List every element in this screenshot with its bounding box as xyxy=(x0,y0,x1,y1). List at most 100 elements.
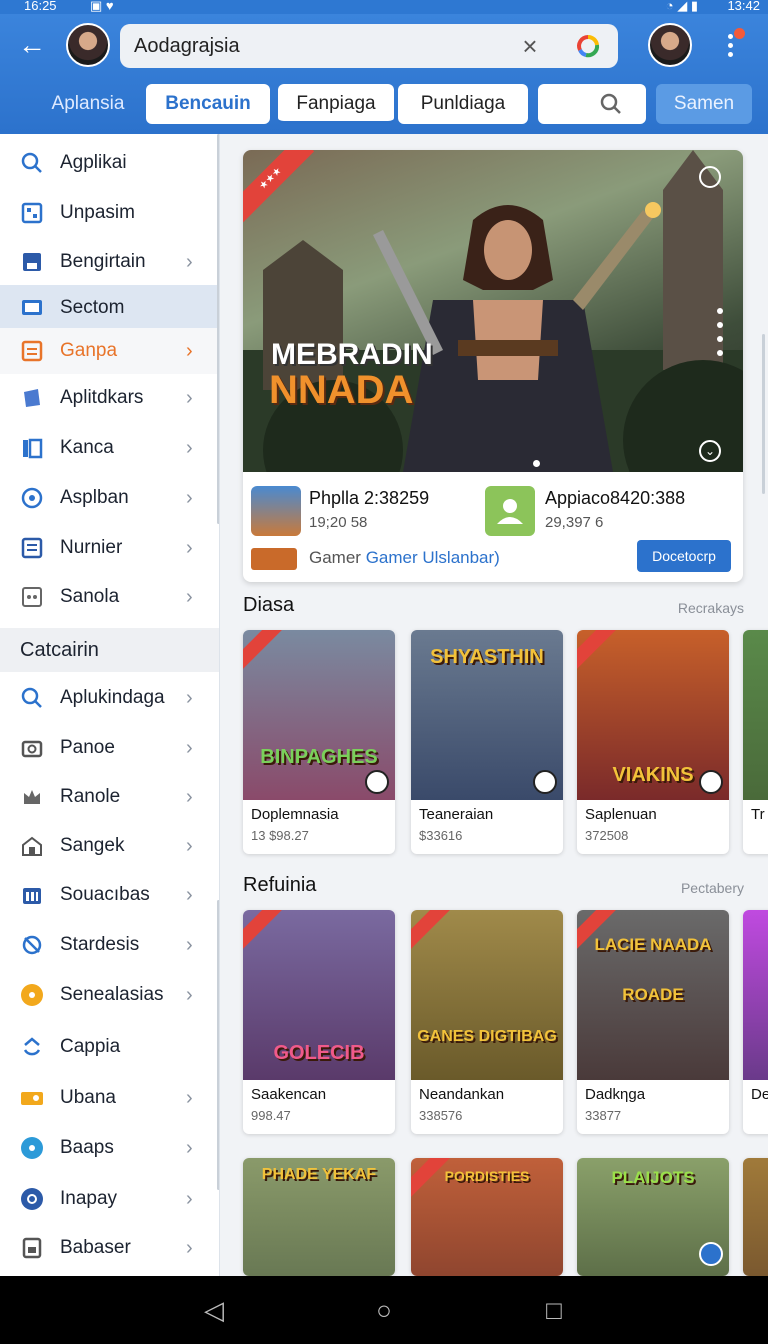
game-badge-icon xyxy=(699,1242,723,1266)
notification-icons: ▣ ♥ xyxy=(90,0,114,13)
sidebar-item-bengirtain[interactable]: Bengirtain › xyxy=(0,239,219,285)
sidebar-scrollbar[interactable] xyxy=(217,134,219,524)
sidebar-item-label: Kanca xyxy=(60,437,114,458)
tab-punldiaga[interactable]: Punldiaga xyxy=(398,84,528,124)
user-placeholder-icon[interactable] xyxy=(485,486,535,536)
chevron-right-icon: › xyxy=(186,386,193,409)
avatar[interactable] xyxy=(66,23,110,67)
featured-card[interactable]: ★★★ MEBRADIN NNADA ⌄ Phplla 2:38259 19;2… xyxy=(243,150,743,582)
recents-nav-icon[interactable]: □ xyxy=(538,1294,570,1326)
game-thumb-title: PORDISTIES xyxy=(444,1168,530,1184)
sidebar-scrollbar-lower[interactable] xyxy=(217,900,219,1190)
download-button[interactable]: Docetocrp xyxy=(637,540,731,572)
sidebar-item-baaps[interactable]: Baaps › xyxy=(0,1125,219,1171)
gamer-line: Gamer Gamer Ulslanbar) xyxy=(309,548,500,568)
game-price: 372508 xyxy=(585,828,629,843)
game-name: Saakencan xyxy=(251,1086,327,1103)
game-name: Dadkηga xyxy=(585,1086,646,1103)
search-bar: × xyxy=(120,24,618,68)
vertical-dots-icon[interactable] xyxy=(717,308,725,368)
doc-icon xyxy=(20,536,44,560)
sidebar-item-label: Senealasias xyxy=(60,984,164,1005)
chevron-right-icon: › xyxy=(186,736,193,759)
chevron-right-icon: › xyxy=(186,686,193,709)
profile-avatar[interactable] xyxy=(648,23,692,67)
game-thumbnail xyxy=(411,910,563,1080)
section-more-link[interactable]: Pectabery xyxy=(681,880,744,896)
section-more-link[interactable]: Recrakays xyxy=(678,600,744,616)
sidebar-item-panoe[interactable]: Panoe › xyxy=(0,725,219,771)
sidebar-item-agplikai[interactable]: Agplikai xyxy=(0,140,219,186)
sidebar-item-aplitdkars[interactable]: Aplitdkars › xyxy=(0,375,219,421)
game-card[interactable]: De xyxy=(743,910,768,1134)
game-name: Doplemnasia xyxy=(251,806,339,823)
game-thumb-title: LACIE NAADA ROADE xyxy=(594,935,712,1004)
sidebar-item-inapay[interactable]: Inapay › xyxy=(0,1176,219,1222)
sidebar-item-nurnier[interactable]: Nurnier › xyxy=(0,525,219,571)
sidebar-item-sangek[interactable]: Sangek › xyxy=(0,823,219,869)
sidebar-item-ubana[interactable]: Ubana › xyxy=(0,1075,219,1121)
app-thumbnail[interactable] xyxy=(251,486,301,536)
game-card[interactable] xyxy=(743,1158,768,1276)
crown-icon xyxy=(20,785,44,809)
featured-info: Phplla 2:38259 19;20 58 Appiaco8420:388 … xyxy=(243,472,743,582)
tab-aplansia[interactable]: Aplansia xyxy=(30,84,146,124)
sidebar-item-senealasias[interactable]: Senealasias › xyxy=(0,972,219,1018)
game-card[interactable]: LACIE NAADA ROADE Dadkηga 33877 xyxy=(577,910,729,1134)
game-thumbnail xyxy=(743,1158,768,1276)
sidebar-item-aplukindaga[interactable]: Aplukindaga › xyxy=(0,675,219,721)
sidebar-item-sectom[interactable]: Sectom xyxy=(0,285,219,331)
game-card[interactable]: SHYASTHIN Teaneraian $33616 xyxy=(411,630,563,854)
sidebar-item-ganpa[interactable]: Ganpa › xyxy=(0,328,219,374)
game-card[interactable]: GOLECIB Saakencan 998.47 xyxy=(243,910,395,1134)
home-nav-icon[interactable]: ○ xyxy=(368,1294,400,1326)
back-arrow-icon[interactable]: ← xyxy=(16,30,48,62)
tab-fanpiaga[interactable]: Fanpiaga xyxy=(278,84,394,124)
game-card[interactable]: GANES DIGTIBAG Neandankan 338576 xyxy=(411,910,563,1134)
clear-icon[interactable]: × xyxy=(516,32,544,60)
sidebar-item-label: Bengirtain xyxy=(60,251,146,272)
sidebar-item-stardesis[interactable]: Stardesis › xyxy=(0,922,219,968)
sidebar-item-label: Babaser xyxy=(60,1237,131,1258)
game-card[interactable]: BINPAGHES Doplemnasia 13 $98.27 xyxy=(243,630,395,854)
game-card[interactable]: PLAIJOTS xyxy=(577,1158,729,1276)
tab-search[interactable] xyxy=(538,84,646,124)
sidebar-item-unpasim[interactable]: Unpasim xyxy=(0,190,219,236)
game-name: Teaneraian xyxy=(419,806,494,823)
search-input[interactable] xyxy=(134,24,514,68)
search-icon xyxy=(600,93,621,114)
sidebar-item-asplban[interactable]: Asplban › xyxy=(0,475,219,521)
gamer-link[interactable]: Gamer Ulslanbar) xyxy=(366,548,500,567)
game-thumb-title: GOLECIB xyxy=(273,1042,365,1064)
sidebar-item-label: Ubana xyxy=(60,1087,116,1108)
sidebar-item-souacibas[interactable]: Souacıbas › xyxy=(0,872,219,918)
game-name: Neandankan xyxy=(419,1086,505,1103)
sidebar-item-babaser[interactable]: Babaser › xyxy=(0,1225,219,1271)
tab-bencauin[interactable]: Bencauin xyxy=(146,84,270,124)
game-thumb-title: BINPAGHES xyxy=(260,746,378,768)
chevron-right-icon: › xyxy=(186,1136,193,1159)
sidebar-item-sanola[interactable]: Sanola › xyxy=(0,574,219,620)
camera-icon xyxy=(20,736,44,760)
play-icon[interactable] xyxy=(699,166,721,188)
main-scrollbar[interactable] xyxy=(762,334,765,494)
sidebar-item-cappia[interactable]: Cappia xyxy=(0,1024,219,1070)
game-card[interactable]: PHADE YEKAF xyxy=(243,1158,395,1276)
sidebar-item-ranole[interactable]: Ranole › xyxy=(0,774,219,820)
sidebar-item-label: Aplukindaga xyxy=(60,687,165,708)
chevron-right-icon: › xyxy=(186,585,193,608)
featured-banner-image[interactable]: ★★★ MEBRADIN NNADA ⌄ xyxy=(243,150,743,485)
monitor-icon xyxy=(20,296,44,320)
calendar-icon xyxy=(20,883,44,907)
chevron-down-icon[interactable]: ⌄ xyxy=(699,440,721,462)
samen-button[interactable]: Samen xyxy=(656,84,752,124)
assistant-icon[interactable] xyxy=(574,32,602,60)
game-card[interactable]: VIAKINS Saplenuan 372508 xyxy=(577,630,729,854)
game-badge-icon xyxy=(533,770,557,794)
carousel-indicator[interactable] xyxy=(533,454,563,485)
game-card[interactable]: Tr xyxy=(743,630,768,854)
back-nav-icon[interactable]: ◁ xyxy=(198,1294,230,1326)
game-price: 13 $98.27 xyxy=(251,828,309,843)
game-card[interactable]: PORDISTIES xyxy=(411,1158,563,1276)
sidebar-item-kanca[interactable]: Kanca › xyxy=(0,425,219,471)
